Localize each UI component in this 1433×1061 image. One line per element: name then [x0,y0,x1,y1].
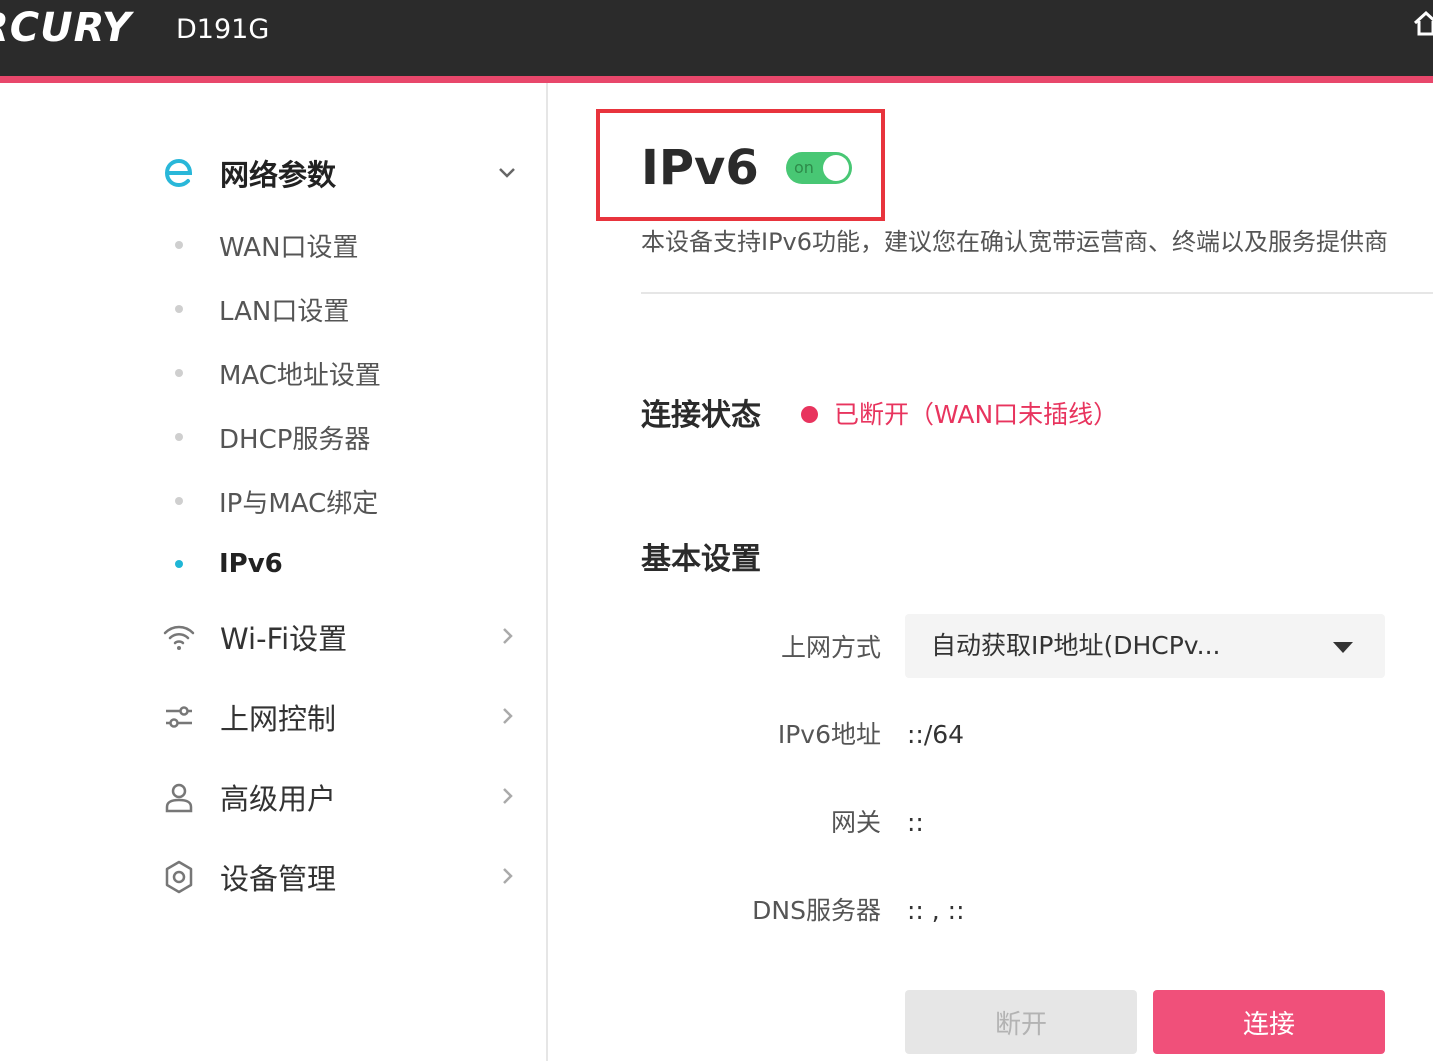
sidebar-item-ip-mac-bind[interactable]: IP与MAC绑定 [172,481,378,521]
sidebar-item-ipv6[interactable]: IPv6 [172,544,283,584]
ipv6-address-value: ::/64 [907,720,965,749]
ipv6-toggle[interactable]: on [786,152,852,184]
nav-group-access-control[interactable]: 上网控制 [160,693,530,741]
page-title: IPv6 [641,140,759,196]
sidebar-item-label: IPv6 [219,549,283,579]
nav-group-label: 设备管理 [220,862,337,896]
gear-icon [160,858,198,896]
bullet-dot [175,369,183,377]
user-icon [160,778,198,816]
sidebar-item-label: IP与MAC绑定 [219,488,379,519]
sidebar-item-label: WAN口设置 [219,232,359,263]
bullet-dot [175,497,183,505]
sidebar-item-lan[interactable]: LAN口设置 [172,289,349,329]
nav-group-network[interactable]: 网络参数 [160,149,530,197]
top-bar: RCURY D191G [0,0,1433,76]
ethernet-e-icon [160,154,198,192]
section-divider [641,292,1433,294]
sidebar-item-mac[interactable]: MAC地址设置 [172,353,381,393]
brand-logo: RCURY [0,5,132,51]
nav-group-label: 网络参数 [220,158,337,192]
chevron-down-icon[interactable] [496,161,518,183]
gateway-value: :: [907,808,924,837]
dns-server-label: DNS服务器 [752,896,881,925]
nav-group-label: 高级用户 [220,782,337,816]
sidebar-item-label: MAC地址设置 [219,360,381,391]
connection-status-text: 已断开（WAN口未插线） [834,400,1119,429]
device-model: D191G [176,14,270,45]
sidebar-item-dhcp[interactable]: DHCP服务器 [172,417,370,457]
connection-mode-label: 上网方式 [780,633,881,662]
gateway-label: 网关 [830,808,881,837]
home-icon[interactable] [1411,8,1433,38]
nav-group-advanced-user[interactable]: 高级用户 [160,773,530,821]
dns-server-value: :: , :: [907,896,965,925]
nav-group-wifi[interactable]: Wi-Fi设置 [160,613,530,661]
caret-down-icon [1333,642,1353,653]
disconnect-button[interactable]: 断开 [905,990,1137,1054]
nav-group-device-management[interactable]: 设备管理 [160,853,530,901]
connect-button[interactable]: 连接 [1153,990,1385,1054]
sidebar-item-label: DHCP服务器 [219,424,371,455]
wifi-icon [160,618,198,656]
connection-mode-select[interactable]: 自动获取IP地址(DHCPv... [905,614,1385,678]
ipv6-address-label: IPv6地址 [777,720,881,749]
toggle-knob [823,155,849,181]
connection-mode-value: 自动获取IP地址(DHCPv... [931,631,1221,660]
sidebar-item-wan[interactable]: WAN口设置 [172,225,359,265]
toggle-state-label: on [794,158,814,177]
chevron-right-icon[interactable] [496,625,518,647]
bullet-dot [175,305,183,313]
sliders-icon [160,698,198,736]
nav-group-label: Wi-Fi设置 [220,622,348,656]
chevron-right-icon[interactable] [496,865,518,887]
bullet-dot [175,241,183,249]
ipv6-description: 本设备支持IPv6功能，建议您在确认宽带运营商、终端以及服务提供商 [641,228,1389,256]
bullet-dot [175,560,183,568]
header-accent-line [0,76,1433,83]
status-indicator-dot [801,406,818,423]
chevron-right-icon[interactable] [496,785,518,807]
sidebar-item-label: LAN口设置 [219,296,350,327]
chevron-right-icon[interactable] [496,705,518,727]
nav-group-label: 上网控制 [220,702,337,736]
bullet-dot [175,433,183,441]
basic-settings-title: 基本设置 [641,542,761,577]
connection-status-label: 连接状态 [641,398,761,433]
